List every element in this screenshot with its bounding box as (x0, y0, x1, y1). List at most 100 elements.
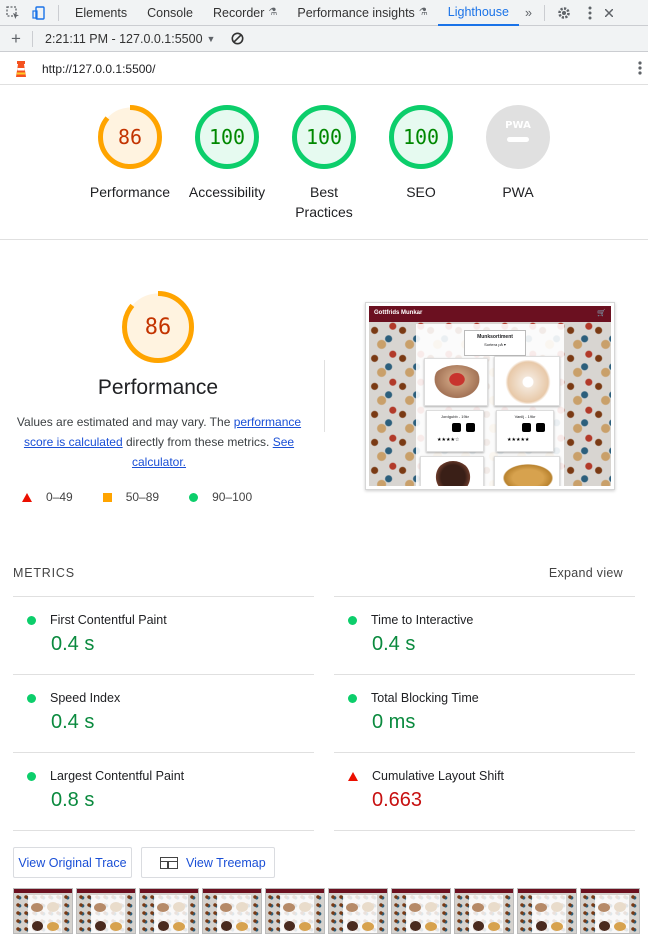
metrics-divider (13, 830, 314, 831)
clear-reports-icon[interactable] (231, 32, 244, 45)
metric-name: Time to Interactive (371, 613, 474, 627)
metric-value: 0.4 s (372, 633, 416, 655)
legend-average: 50–89 (102, 490, 160, 504)
new-report-plus-icon[interactable]: + (0, 29, 32, 49)
lighthouse-logo-icon (6, 60, 36, 78)
score-scale-legend: 0–49 50–89 90–100 (22, 490, 282, 504)
devtools-tab-bar: Elements Console Recorder ⚗ Performance i… (0, 0, 648, 26)
tab-label: Lighthouse (447, 4, 509, 19)
expand-view-toggle[interactable]: Expand view (549, 566, 623, 580)
legend-label: 0–49 (46, 490, 73, 504)
gauge-ring: PWA (485, 104, 551, 170)
metric-value: 0.4 s (51, 633, 95, 655)
gauge-best-practices[interactable]: 100 Best Practices (274, 104, 374, 222)
products-panel: Munksortiment Sortera på ▾ Jordgubb - 19… (416, 324, 564, 486)
tab-performance-insights[interactable]: Performance insights ⚗ (287, 0, 437, 26)
performance-title: Performance (97, 376, 219, 399)
device-toolbar-icon[interactable] (26, 0, 52, 26)
rating-stars: ★★★★★ (507, 437, 530, 443)
metrics-title: METRICS (13, 566, 75, 580)
chevron-down-icon: ▼ (206, 33, 216, 44)
metric-name: Total Blocking Time (371, 691, 479, 705)
site-header: Gottfrids Munkar 🛒 (369, 306, 611, 322)
toolbar-separator (32, 30, 33, 47)
big-gauge-score: 86 (144, 314, 172, 340)
product-name: Jordgubb - 19kr (440, 414, 469, 419)
metric-name: Largest Contentful Paint (50, 769, 185, 783)
experiment-flask-icon: ⚗ (418, 7, 428, 18)
tab-separator (543, 4, 545, 21)
more-tabs-icon[interactable]: » (519, 0, 538, 26)
filmstrip-frame (13, 888, 73, 934)
report-url-bar: http://127.0.0.1:5500/ (0, 53, 648, 85)
site-title: Gottfrids Munkar (374, 310, 423, 316)
rating-stars: ★★★★☆ (437, 437, 460, 443)
shopping-cart-icon: 🛒 (597, 310, 606, 317)
filmstrip-frame (580, 888, 640, 934)
metric-total-blocking-time: Total Blocking Time 0 ms (334, 674, 635, 752)
product-image-card (494, 356, 560, 406)
filmstrip-frame (517, 888, 577, 934)
desc-text: Values are estimated and may vary. The (16, 415, 234, 429)
inspect-element-icon[interactable] (0, 0, 26, 26)
gauge-seo[interactable]: 100 SEO (371, 104, 471, 202)
performance-big-gauge: 86 (121, 290, 195, 364)
pass-circle-icon (27, 771, 36, 781)
legend-pass: 90–100 (189, 490, 252, 504)
gauge-score: 100 (402, 125, 440, 149)
more-tabs-glyph: » (524, 5, 532, 20)
gauge-score: 100 (208, 125, 246, 149)
report-url[interactable]: http://127.0.0.1:5500/ (42, 62, 155, 76)
tab-elements[interactable]: Elements (65, 0, 137, 26)
settings-gear-icon[interactable] (551, 0, 577, 26)
filmstrip-frame (454, 888, 514, 934)
performance-description: Values are estimated and may vary. The p… (14, 412, 304, 472)
kebab-menu-icon[interactable] (577, 0, 603, 26)
filmstrip-frame (391, 888, 451, 934)
gauge-ring: 100 (291, 104, 357, 170)
pwa-badge-icon: PWA (486, 105, 550, 169)
gauge-pwa[interactable]: PWA PWA (468, 104, 568, 202)
metric-cumulative-layout-shift: Cumulative Layout Shift 0.663 (334, 752, 635, 830)
product-name: Vanilj - 19kr (514, 414, 536, 419)
product-button (452, 423, 461, 432)
gauge-ring: 100 (194, 104, 260, 170)
gauge-label: Performance (89, 184, 171, 200)
metric-time-to-interactive: Time to Interactive 0.4 s (334, 596, 635, 674)
pass-circle-icon (348, 693, 357, 703)
report-tools-menu-icon[interactable] (638, 60, 642, 81)
metric-name: First Contentful Paint (50, 613, 167, 627)
filmstrip-frame (265, 888, 325, 934)
tab-console[interactable]: Console (137, 0, 203, 26)
report-selector[interactable]: 2:21:11 PM - 127.0.0.1:5500 ▼ (45, 32, 215, 46)
metric-name: Speed Index (50, 691, 121, 705)
tab-recorder[interactable]: Recorder ⚗ (203, 0, 287, 26)
pass-circle-icon (27, 615, 36, 625)
metric-largest-contentful-paint: Largest Contentful Paint 0.8 s (13, 752, 314, 830)
score-gauges: 86 Performance 100 Accessibility 100 Bes… (0, 86, 648, 240)
view-treemap-button[interactable]: View Treemap (141, 847, 275, 878)
metric-value: 0.8 s (51, 789, 95, 811)
gauge-label: Best Practices (295, 184, 353, 220)
fail-triangle-icon (22, 492, 32, 502)
gauge-accessibility[interactable]: 100 Accessibility (177, 104, 277, 202)
gauge-ring: 100 (388, 104, 454, 170)
product-button (522, 423, 531, 432)
gauge-performance[interactable]: 86 Performance (80, 104, 180, 202)
legend-label: 90–100 (212, 490, 253, 504)
tab-label: Performance insights (297, 5, 415, 20)
panel-header: Munksortiment Sortera på ▾ (464, 330, 526, 356)
report-selector-label: 2:21:11 PM - 127.0.0.1:5500 (45, 31, 203, 46)
legend-label: 50–89 (125, 490, 160, 504)
metric-value: 0.663 (372, 789, 423, 811)
gauge-score: 86 (117, 125, 143, 149)
tab-lighthouse[interactable]: Lighthouse (437, 0, 519, 26)
final-screenshot[interactable]: Gottfrids Munkar 🛒 Munksortiment Sortera… (365, 302, 615, 490)
close-icon[interactable] (603, 0, 615, 26)
view-original-trace-button[interactable]: View Original Trace (13, 847, 132, 878)
legend-fail: 0–49 (22, 490, 73, 504)
product-image (431, 365, 483, 401)
gauge-label: Accessibility (188, 184, 266, 200)
button-label: View Treemap (186, 855, 266, 870)
gauge-score: 100 (305, 125, 343, 149)
